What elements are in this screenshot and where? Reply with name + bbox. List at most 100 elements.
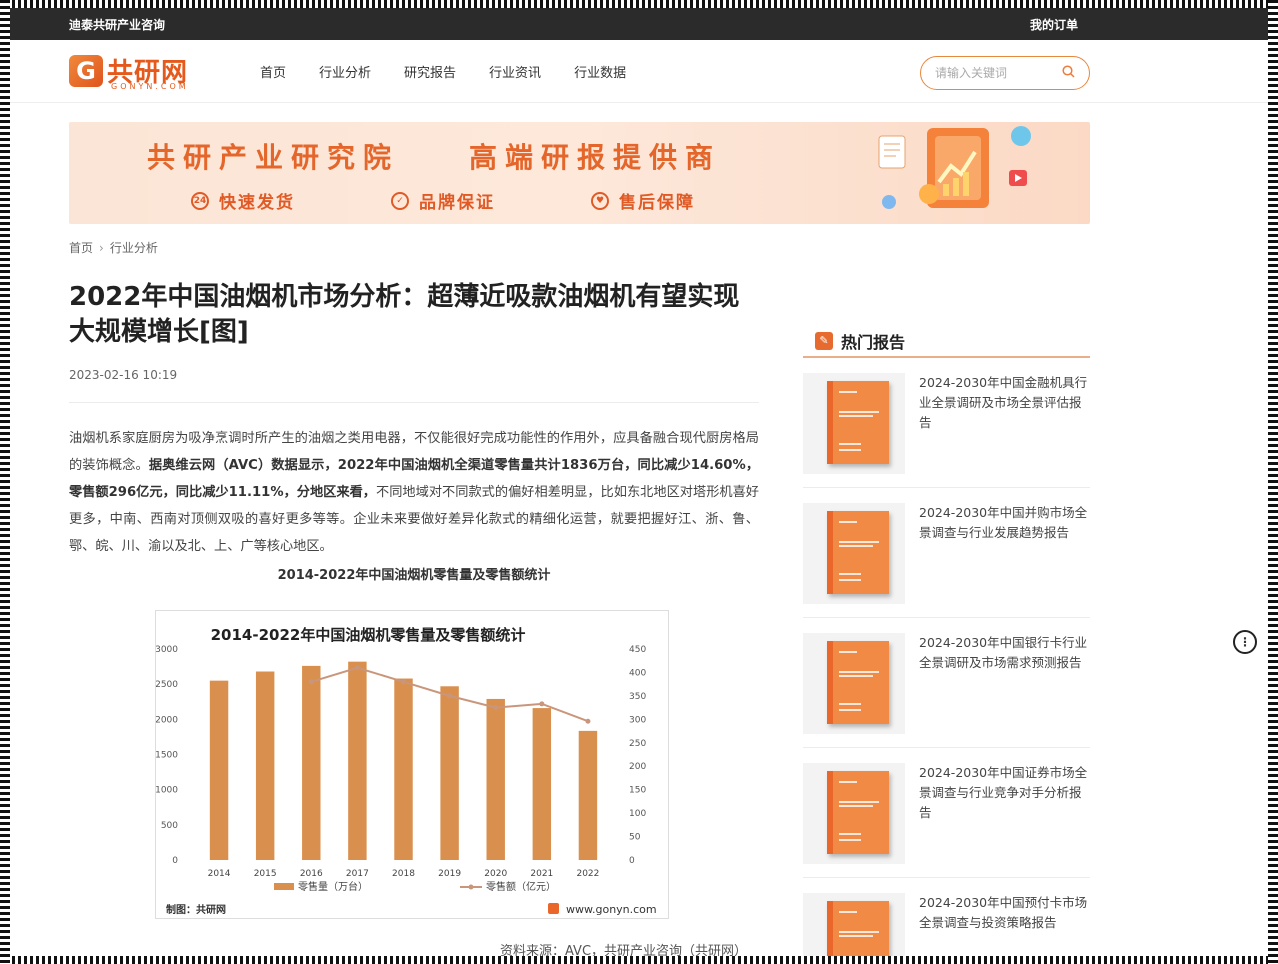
y-left-tick-label: 0 — [172, 856, 178, 866]
report-title[interactable]: 2024-2030年中国并购市场全景调查与行业发展趋势报告 — [919, 503, 1090, 617]
x-tick-label: 2022 — [576, 869, 599, 879]
cover-line — [839, 573, 861, 575]
nav-industry-analysis[interactable]: 行业分析 — [319, 62, 371, 81]
cover-line — [839, 801, 879, 803]
bar-retail-volume — [209, 680, 229, 860]
report-item[interactable]: 2024-2030年中国并购市场全景调查与行业发展趋势报告 — [803, 488, 1090, 618]
nav-industry-data[interactable]: 行业数据 — [574, 62, 626, 81]
breadcrumb: 首页 › 行业分析 — [69, 239, 158, 256]
search-box — [920, 56, 1090, 90]
x-tick-label: 2019 — [438, 869, 461, 879]
legend-line-marker — [468, 884, 474, 890]
cover-line — [839, 521, 857, 523]
report-title[interactable]: 2024-2030年中国预付卡市场全景调查与投资策略报告 — [919, 893, 1090, 956]
y-right-tick-label: 50 — [629, 833, 641, 843]
y-right-tick-label: 400 — [629, 668, 646, 678]
my-orders-link[interactable]: 我的订单 — [1030, 16, 1078, 33]
banner-feature-after-sales: ♥ 售后保障 — [591, 188, 695, 213]
legend-bar-label: 零售量（万台） — [298, 880, 368, 893]
line-point-retail-sales — [585, 718, 591, 724]
nav-research-reports[interactable]: 研究报告 — [404, 62, 456, 81]
cover-line — [839, 839, 861, 841]
line-point-retail-sales — [308, 679, 314, 685]
bar-retail-volume — [348, 661, 367, 860]
line-point-retail-sales — [447, 693, 453, 699]
frame-top — [0, 0, 1278, 8]
report-title[interactable]: 2024-2030年中国银行卡行业全景调研及市场需求预测报告 — [919, 633, 1090, 747]
promo-banner[interactable]: 共研产业研究院 高端研报提供商 24 快速发货 ✓ 品牌保证 ♥ 售后保障 — [69, 122, 1090, 224]
frame-bottom — [0, 956, 1278, 964]
bar-retail-volume — [394, 678, 413, 860]
report-item[interactable]: 2024-2030年中国银行卡行业全景调研及市场需求预测报告 — [803, 618, 1090, 748]
report-cover[interactable] — [803, 373, 905, 474]
more-options-icon[interactable]: ⋮ — [1233, 630, 1257, 654]
breadcrumb-industry-analysis[interactable]: 行业分析 — [110, 239, 158, 256]
chart-figure: 2014-2022年中国油烟机零售量及零售额统计 3000 2500 2000 150… — [155, 610, 669, 919]
banner-feature-label: 品牌保证 — [419, 193, 495, 213]
y-right-tick-label: 450 — [629, 645, 646, 655]
y-right-tick-label: 250 — [629, 739, 646, 749]
x-tick-label: 2018 — [392, 869, 415, 879]
search-icon[interactable] — [1062, 64, 1075, 82]
report-item[interactable]: 2024-2030年中国预付卡市场全景调查与投资策略报告 — [803, 878, 1090, 956]
cover-line — [839, 449, 861, 451]
cover-line — [839, 443, 861, 445]
report-book-icon — [827, 641, 889, 724]
report-cover[interactable] — [803, 503, 905, 604]
y-right-tick-label: 150 — [629, 786, 646, 796]
report-cover[interactable] — [803, 633, 905, 734]
x-tick-label: 2015 — [254, 869, 277, 879]
chart-footer-right: www.gonyn.com — [566, 903, 657, 916]
shield-icon: ✓ — [391, 191, 409, 210]
figure-caption: 2014-2022年中国油烟机零售量及零售额统计 — [277, 568, 551, 583]
report-title[interactable]: 2024-2030年中国金融机具行业全景调研及市场全景评估报告 — [919, 373, 1090, 487]
cover-line — [839, 671, 879, 673]
report-cover[interactable] — [803, 893, 905, 956]
x-tick-label: 2020 — [484, 869, 507, 879]
article-title: 2022年中国油烟机市场分析：超薄近吸款油烟机有望实现大规模增长[图] — [69, 282, 740, 347]
report-book-icon — [827, 381, 889, 464]
cover-line — [839, 935, 873, 937]
breadcrumb-home[interactable]: 首页 — [69, 239, 93, 256]
bar-retail-volume — [255, 671, 275, 860]
logo-mark-icon: G — [69, 55, 103, 87]
report-cover[interactable] — [803, 763, 905, 864]
hot-reports-heading: ✎ 热门报告 — [803, 326, 1090, 358]
cover-line — [839, 541, 879, 543]
x-tick-label: 2021 — [530, 869, 553, 879]
y-right-tick-label: 0 — [629, 856, 635, 866]
cover-line — [839, 833, 861, 835]
report-icon: ✎ — [815, 332, 833, 350]
nav-industry-news[interactable]: 行业资讯 — [489, 62, 541, 81]
site-tagline: 迪泰共研产业咨询 — [69, 17, 166, 32]
y-left-tick-label: 3000 — [156, 645, 178, 655]
cover-line — [839, 411, 879, 413]
y-left-tick-label: 1500 — [156, 751, 178, 761]
cover-line — [839, 415, 873, 417]
bar-retail-volume — [302, 665, 321, 860]
search-input[interactable] — [935, 66, 1055, 80]
nav-home[interactable]: 首页 — [260, 62, 286, 81]
report-item[interactable]: 2024-2030年中国证券市场全景调查与行业竞争对手分析报告 — [803, 748, 1090, 878]
report-title[interactable]: 2024-2030年中国证券市场全景调查与行业竞争对手分析报告 — [919, 763, 1090, 877]
y-left-tick-label: 500 — [161, 821, 178, 831]
logo-subtext: GONYN.COM — [111, 82, 189, 91]
banner-title-right: 高端研报提供商 — [469, 141, 722, 174]
chart-footer-left: 制图：共研网 — [166, 903, 226, 916]
bar-retail-volume — [440, 686, 459, 860]
site-logo[interactable]: G 共研网 GONYN.COM — [69, 52, 209, 92]
report-book-icon — [827, 511, 889, 594]
report-item[interactable]: 2024-2030年中国金融机具行业全景调研及市场全景评估报告 — [803, 358, 1090, 488]
bar-retail-volume — [532, 708, 552, 860]
cover-line — [839, 579, 861, 581]
sidebar: ✎ 热门报告 2024-2030年中国金融机具行业全景调研及市场全景评估报告 20… — [803, 326, 1090, 956]
article-paragraph: 油烟机系家庭厨房为吸净烹调时所产生的油烟之类用电器，不仅能很好完成功能性的作用外… — [69, 425, 759, 560]
bar-retail-volume — [578, 730, 598, 860]
main-nav: 首页 行业分析 研究报告 行业资讯 行业数据 — [260, 62, 659, 81]
chart-source: 资料来源：AVC，共研产业咨询（共研网） — [500, 944, 748, 956]
cover-line — [839, 703, 861, 705]
cover-line — [839, 675, 873, 677]
legend-bar-swatch — [274, 883, 294, 890]
y-right-tick-label: 100 — [629, 809, 646, 819]
heart-icon: ♥ — [591, 191, 609, 210]
